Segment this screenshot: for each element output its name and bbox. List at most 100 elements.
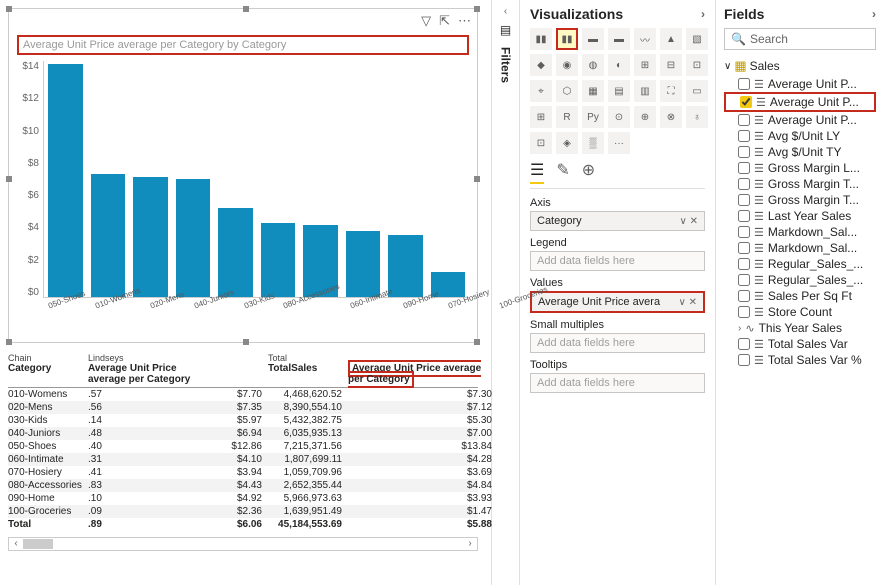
table-row[interactable]: 100-Groceries.09$2.361,639,951.49$1.47 xyxy=(8,505,478,518)
viz-type-icon[interactable]: ◈ xyxy=(556,132,578,154)
search-input[interactable]: 🔍 Search xyxy=(724,28,876,50)
table-row[interactable]: 010-Womens.57$7.704,468,620.52$7.30 xyxy=(8,388,478,401)
axis-well[interactable]: Category∨ ✕ xyxy=(530,211,705,231)
more-icon[interactable]: ⋯ xyxy=(458,13,471,29)
viz-type-icon[interactable]: ⊗ xyxy=(660,106,682,128)
table-row[interactable]: 040-Juniors.48$6.946,035,935.13$7.00 xyxy=(8,427,478,440)
field-item[interactable]: ☰Avg $/Unit LY xyxy=(724,128,876,144)
field-item[interactable]: ☰Total Sales Var xyxy=(724,336,876,352)
chart-bar[interactable] xyxy=(176,179,211,297)
viz-type-icon[interactable]: R xyxy=(556,106,578,128)
chart-bar[interactable] xyxy=(218,208,253,297)
fields-panel: Fields› 🔍 Search ∨▦Sales ☰Average Unit P… xyxy=(716,0,884,585)
viz-type-icon[interactable]: ⊡ xyxy=(686,54,708,76)
viz-type-icon[interactable]: ▧ xyxy=(686,28,708,50)
visualizations-panel: Visualizations› ▮▮▮▮▬▬〰▲▧◆◉◍◐⊞⊟⊡⌖⬡▦▤▥⛶▭⊞… xyxy=(520,0,716,585)
field-item[interactable]: ☰Markdown_Sal... xyxy=(724,224,876,240)
chevron-right-icon[interactable]: › xyxy=(872,7,876,21)
filters-tab[interactable]: Filters xyxy=(499,47,513,83)
viz-more-icon[interactable]: ··· xyxy=(608,132,630,154)
field-item[interactable]: ☰Regular_Sales_... xyxy=(724,256,876,272)
visualization-type-grid: ▮▮▮▮▬▬〰▲▧◆◉◍◐⊞⊟⊡⌖⬡▦▤▥⛶▭⊞RPy⊙⊕⊗♁⊡◈▒··· xyxy=(530,28,705,154)
data-table: ChainCategory LindseysAverage Unit Price… xyxy=(8,353,478,531)
plot-bars xyxy=(43,61,469,298)
viz-type-icon[interactable]: ◉ xyxy=(556,54,578,76)
viz-type-icon[interactable]: ▦ xyxy=(582,80,604,102)
values-well[interactable]: Average Unit Price avera∨ ✕ xyxy=(530,291,705,313)
table-row[interactable]: 030-Kids.14$5.975,432,382.75$5.30 xyxy=(8,414,478,427)
field-item[interactable]: ☰Last Year Sales xyxy=(724,208,876,224)
field-item[interactable]: ☰Average Unit P... xyxy=(724,92,876,112)
field-item[interactable]: ☰Regular_Sales_... xyxy=(724,272,876,288)
viz-type-icon[interactable]: ▬ xyxy=(582,28,604,50)
chart-bar[interactable] xyxy=(91,174,126,297)
field-item[interactable]: ☰Avg $/Unit TY xyxy=(724,144,876,160)
small-multiples-well[interactable]: Add data fields here xyxy=(530,333,705,353)
chart-bar[interactable] xyxy=(133,177,168,297)
viz-type-icon[interactable]: ▬ xyxy=(608,28,630,50)
chart-plot-area: $14$12$10$8$6$4$2$0 050-Shoes010-Womens0… xyxy=(9,57,477,302)
viz-type-icon[interactable]: ⊞ xyxy=(634,54,656,76)
viz-type-icon[interactable]: ⊡ xyxy=(530,132,552,154)
chart-title: Average Unit Price average per Category … xyxy=(17,35,469,55)
viz-type-icon[interactable]: 〰 xyxy=(634,28,656,50)
viz-type-icon[interactable]: ⌖ xyxy=(530,80,552,102)
column-header-highlight: Average Unit Price average per Category xyxy=(348,360,481,388)
field-item[interactable]: ☰Average Unit P... xyxy=(724,112,876,128)
chevron-right-icon[interactable]: › xyxy=(701,7,705,21)
viz-type-icon[interactable]: ◆ xyxy=(530,54,552,76)
chevron-left-icon[interactable]: ‹ xyxy=(504,6,507,17)
viz-type-icon[interactable]: ⛶ xyxy=(660,80,682,102)
table-row[interactable]: 080-Accessories.83$4.432,652,355.44$4.84 xyxy=(8,479,478,492)
format-tab-icon[interactable]: ✎ xyxy=(556,160,569,184)
viz-type-icon[interactable]: ⬡ xyxy=(556,80,578,102)
layers-icon[interactable]: ▤ xyxy=(500,23,511,37)
field-item[interactable]: ☰Gross Margin L... xyxy=(724,160,876,176)
viz-type-icon[interactable]: ⊙ xyxy=(608,106,630,128)
chart-bar[interactable] xyxy=(346,231,381,297)
chart-bar[interactable] xyxy=(388,235,423,297)
field-item[interactable]: ☰Store Count xyxy=(724,304,876,320)
table-row[interactable]: 070-Hosiery.41$3.941,059,709.96$3.69 xyxy=(8,466,478,479)
field-item[interactable]: ☰Gross Margin T... xyxy=(724,176,876,192)
viz-type-icon[interactable]: ▲ xyxy=(660,28,682,50)
field-item[interactable]: ›∿This Year Sales xyxy=(724,320,876,336)
analytics-tab-icon[interactable]: ⊕ xyxy=(582,160,595,184)
viz-type-icon[interactable]: ♁ xyxy=(686,106,708,128)
viz-type-icon[interactable]: ▮▮ xyxy=(530,28,552,50)
field-item[interactable]: ☰Sales Per Sq Ft xyxy=(724,288,876,304)
viz-type-icon[interactable]: ▤ xyxy=(608,80,630,102)
viz-type-icon[interactable]: ▒ xyxy=(582,132,604,154)
chart-bar[interactable] xyxy=(261,223,296,297)
table-row[interactable]: 090-Home.10$4.925,966,973.63$3.93 xyxy=(8,492,478,505)
viz-type-icon[interactable]: ◐ xyxy=(608,54,630,76)
fields-tab-icon[interactable]: ☰ xyxy=(530,160,544,184)
table-row[interactable]: 020-Mens.56$7.358,390,554.10$7.12 xyxy=(8,401,478,414)
chart-bar[interactable] xyxy=(48,64,83,297)
field-item[interactable]: ☰Total Sales Var % xyxy=(724,352,876,368)
table-icon: ▦ xyxy=(734,58,746,74)
viz-type-icon[interactable]: ▭ xyxy=(686,80,708,102)
viz-type-icon[interactable]: ⊞ xyxy=(530,106,552,128)
search-icon: 🔍 xyxy=(731,32,746,46)
table-row[interactable]: 050-Shoes.40$12.867,215,371.56$13.84 xyxy=(8,440,478,453)
tooltips-well[interactable]: Add data fields here xyxy=(530,373,705,393)
field-item[interactable]: ☰Markdown_Sal... xyxy=(724,240,876,256)
y-axis: $14$12$10$8$6$4$2$0 xyxy=(13,61,43,298)
viz-type-icon[interactable]: ▮▮ xyxy=(556,28,578,50)
legend-well[interactable]: Add data fields here xyxy=(530,251,705,271)
viz-type-icon[interactable]: ⊟ xyxy=(660,54,682,76)
table-row[interactable]: 060-Intimate.31$4.101,807,699.11$4.28 xyxy=(8,453,478,466)
viz-type-icon[interactable]: ⊕ xyxy=(634,106,656,128)
viz-type-icon[interactable]: ▥ xyxy=(634,80,656,102)
viz-type-icon[interactable]: Py xyxy=(582,106,604,128)
field-item[interactable]: ☰Average Unit P... xyxy=(724,76,876,92)
filter-icon[interactable]: ▽ xyxy=(421,13,431,29)
focus-icon[interactable]: ⇱ xyxy=(439,13,450,29)
report-canvas: ▽ ⇱ ⋯ Average Unit Price average per Cat… xyxy=(0,0,491,585)
viz-type-icon[interactable]: ◍ xyxy=(582,54,604,76)
table-node-sales[interactable]: ∨▦Sales xyxy=(724,56,876,76)
horizontal-scrollbar[interactable]: ‹› xyxy=(8,537,478,551)
field-item[interactable]: ☰Gross Margin T... xyxy=(724,192,876,208)
bar-chart-visual[interactable]: ▽ ⇱ ⋯ Average Unit Price average per Cat… xyxy=(8,8,478,343)
